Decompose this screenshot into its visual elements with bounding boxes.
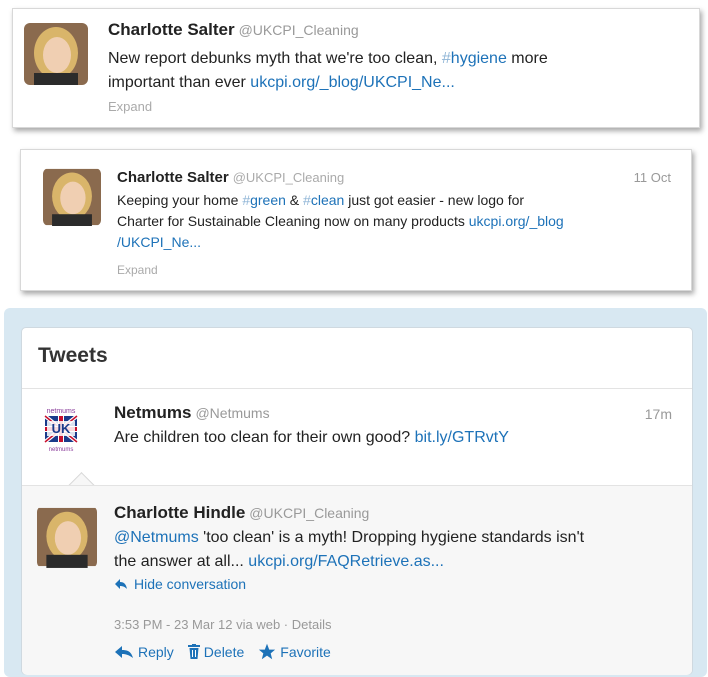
tweet-link[interactable]: ukcpi.org/_blog <box>469 213 564 229</box>
reply-button[interactable]: Reply <box>114 643 174 660</box>
tweet-time[interactable]: 17m <box>645 406 672 422</box>
tweets-panel-inner: Tweets netmums UK netmums Netmums @Netmum… <box>21 327 693 675</box>
hide-conversation-link[interactable]: Hide conversation <box>114 576 246 592</box>
tweet-text: Keeping your home #green & #clean just g… <box>117 192 564 250</box>
tweet-text: @Netmums 'too clean' is a myth! Dropping… <box>114 529 585 570</box>
delete-button[interactable]: Delete <box>187 643 244 660</box>
author-name[interactable]: Charlotte Salter <box>117 169 229 186</box>
netmums-logo-text: UK <box>52 421 71 436</box>
tweet-link[interactable]: ukcpi.org/_blog/UKCPI_Ne... <box>250 74 455 91</box>
author-name[interactable]: Charlotte Hindle <box>114 503 245 522</box>
tweet-time[interactable]: 11 Oct <box>634 170 671 185</box>
tweet-card-2[interactable]: Charlotte Salter @UKCPI_Cleaning 11 Oct K… <box>20 149 692 291</box>
tweets-panel: Tweets netmums UK netmums Netmums @Netmum… <box>4 308 707 677</box>
tweet-meta[interactable]: 3:53 PM - 23 Mar 12 via web · Details <box>114 617 331 632</box>
avatar[interactable] <box>43 168 101 226</box>
author-handle[interactable]: @Netmums <box>195 405 269 421</box>
panel-title: Tweets <box>38 344 108 367</box>
author-handle[interactable]: @UKCPI_Cleaning <box>239 22 359 38</box>
tweet-text: Are children too clean for their own goo… <box>114 429 509 446</box>
trash-icon <box>187 644 200 659</box>
tweet-link[interactable]: bit.ly/GTRvtY <box>415 429 509 446</box>
star-icon <box>259 643 276 660</box>
divider <box>22 388 692 389</box>
tweet-card-1[interactable]: Charlotte Salter @UKCPI_Cleaning New repo… <box>12 8 700 128</box>
avatar[interactable] <box>37 506 97 568</box>
hashtag-hygiene[interactable]: #hygiene <box>442 50 507 67</box>
author-handle[interactable]: @UKCPI_Cleaning <box>233 170 344 185</box>
author-name[interactable]: Netmums <box>114 403 191 422</box>
hashtag-green[interactable]: #green <box>242 192 286 208</box>
netmums-logo[interactable]: netmums UK netmums <box>37 404 85 456</box>
netmums-logo-top: netmums <box>47 408 76 415</box>
tweet-text: New report debunks myth that we're too c… <box>108 50 548 91</box>
tweet-link-continued[interactable]: /UKCPI_Ne... <box>117 234 201 250</box>
netmums-logo-bottom: netmums <box>49 447 74 453</box>
expand-link[interactable]: Expand <box>108 99 152 114</box>
author-handle[interactable]: @UKCPI_Cleaning <box>249 505 369 521</box>
avatar[interactable] <box>24 23 88 85</box>
mention-link[interactable]: @Netmums <box>114 529 199 546</box>
favorite-button[interactable]: Favorite <box>258 643 331 660</box>
tweet-link[interactable]: ukcpi.org/FAQRetrieve.as... <box>248 553 444 570</box>
tweet-actions: Reply Delete Favorite <box>114 643 345 660</box>
author-name[interactable]: Charlotte Salter <box>108 20 235 39</box>
expand-link[interactable]: Expand <box>117 263 158 277</box>
conversation-thread: Charlotte Hindle @UKCPI_Cleaning @Netmums… <box>22 485 692 675</box>
reply-icon <box>115 645 133 658</box>
hashtag-clean[interactable]: #clean <box>303 192 344 208</box>
reply-arrow-icon <box>115 579 127 589</box>
